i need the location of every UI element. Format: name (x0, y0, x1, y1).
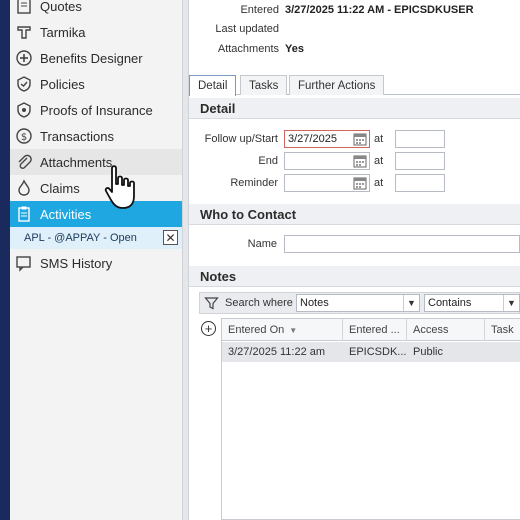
cell-task (485, 342, 520, 362)
tarmika-icon (13, 22, 35, 42)
at-label: at (374, 155, 384, 167)
notes-filter-bar: Search where Notes ▼ Contains ▼ (199, 292, 520, 314)
cell-access: Public (413, 346, 443, 358)
calendar-icon[interactable] (352, 175, 368, 191)
sort-down-icon: ▼ (289, 325, 298, 335)
sidebar-item-attachments[interactable]: Attachments (10, 149, 182, 175)
sidebar-item-activities[interactable]: Activities (10, 201, 182, 227)
calendar-icon[interactable] (352, 131, 368, 147)
search-where-label: Search where (225, 297, 293, 309)
transactions-icon: $ (13, 126, 35, 146)
clipboard-icon (13, 204, 35, 224)
claims-icon (13, 178, 35, 198)
sidebar-item-label: Claims (40, 180, 80, 196)
search-field-select[interactable]: Notes ▼ (296, 294, 420, 312)
sidebar-item-label: Tarmika (40, 24, 86, 40)
last-updated-row: Last updated (189, 21, 520, 37)
sidebar-item-tarmika[interactable]: Tarmika (10, 19, 182, 45)
calendar-icon[interactable] (352, 153, 368, 169)
open-activity-item[interactable]: APL - @APPAY - Open ✕ (10, 227, 182, 249)
notes-grid: Entered On ▼ Entered ... Access Task 3/27… (221, 318, 520, 520)
benefits-designer-icon (13, 48, 35, 68)
column-header-entered-by[interactable]: Entered ... (343, 319, 407, 341)
add-note-button[interactable]: + (201, 321, 216, 336)
follow-up-label: Follow up/Start (204, 133, 278, 145)
contact-name-label: Name (247, 238, 277, 250)
sms-history-icon (13, 253, 35, 273)
tab-tasks[interactable]: Tasks (240, 75, 288, 95)
sidebar-item-quotes[interactable]: Quotes (10, 0, 182, 19)
sidebar-item-policies[interactable]: Policies (10, 71, 182, 97)
quotes-icon (13, 0, 35, 16)
chevron-down-icon[interactable]: ▼ (503, 295, 519, 311)
search-field-value: Notes (300, 297, 329, 309)
chevron-down-icon[interactable]: ▼ (403, 295, 419, 311)
contact-name-input[interactable] (284, 235, 520, 253)
open-activity-label: APL - @APPAY - Open (24, 232, 137, 244)
svg-text:$: $ (21, 132, 27, 143)
notes-section-header: Notes (189, 266, 520, 287)
sidebar-nav: Quotes Tarmika Benefits Designer Policie… (10, 0, 182, 520)
sidebar-item-label: Policies (40, 76, 85, 92)
column-header-task[interactable]: Task (485, 319, 520, 341)
table-row[interactable]: 3/27/2025 11:22 am EPICSDK... Public (222, 342, 520, 362)
policies-icon (13, 74, 35, 94)
entered-value: 3/27/2025 11:22 AM - EPICSDKUSER (285, 4, 474, 16)
follow-up-time-input[interactable] (395, 130, 445, 148)
notes-grid-header: Entered On ▼ Entered ... Access Task (222, 319, 520, 341)
entered-row: Entered 3/27/2025 11:22 AM - EPICSDKUSER (189, 2, 520, 18)
search-operator-select[interactable]: Contains ▼ (424, 294, 520, 312)
cell-entered-by: EPICSDK... (349, 346, 407, 358)
filter-icon[interactable] (204, 296, 219, 311)
attachments-value: Yes (285, 43, 304, 55)
search-operator-value: Contains (428, 297, 472, 309)
sidebar-item-claims[interactable]: Claims (10, 175, 182, 201)
sidebar-item-label: Transactions (40, 128, 114, 144)
left-app-strip (0, 0, 10, 520)
last-updated-label: Last updated (215, 23, 279, 35)
sidebar-item-label: Quotes (40, 0, 82, 14)
close-icon[interactable]: ✕ (163, 230, 178, 245)
who-to-contact-section-header: Who to Contact (189, 204, 520, 225)
sidebar-item-label: Proofs of Insurance (40, 102, 153, 118)
hand-cursor-icon (104, 165, 135, 209)
pane-splitter[interactable] (182, 0, 189, 520)
attachments-label: Attachments (217, 43, 279, 55)
at-label: at (374, 133, 384, 145)
end-label: End (258, 155, 278, 167)
sidebar-item-proofs-of-insurance[interactable]: Proofs of Insurance (10, 97, 182, 123)
reminder-time-input[interactable] (395, 174, 445, 192)
sidebar-item-transactions[interactable]: $ Transactions (10, 123, 182, 149)
sidebar-item-label: Benefits Designer (40, 50, 143, 66)
app-window: Quotes Tarmika Benefits Designer Policie… (0, 0, 520, 520)
sidebar-item-label: Attachments (40, 154, 113, 170)
proofs-of-insurance-icon (13, 100, 35, 120)
reminder-label: Reminder (230, 177, 278, 189)
entered-label: Entered (240, 4, 279, 16)
paperclip-icon (13, 152, 35, 172)
activity-detail-pane: Entered 3/27/2025 11:22 AM - EPICSDKUSER… (189, 0, 520, 520)
cell-entered-on: 3/27/2025 11:22 am (228, 346, 326, 358)
column-header-access[interactable]: Access (407, 319, 485, 341)
sidebar-item-benefits-designer[interactable]: Benefits Designer (10, 45, 182, 71)
sidebar-item-label: SMS History (40, 255, 113, 271)
sidebar-item-sms-history[interactable]: SMS History (10, 250, 182, 276)
at-label: at (374, 177, 384, 189)
detail-section-header: Detail (189, 98, 520, 119)
tab-detail[interactable]: Detail (189, 75, 237, 96)
tab-further-actions[interactable]: Further Actions (289, 75, 385, 95)
sidebar-item-label: Activities (40, 206, 92, 222)
end-time-input[interactable] (395, 152, 445, 170)
attachments-row: Attachments Yes (189, 41, 520, 57)
column-header-entered-on[interactable]: Entered On ▼ (222, 319, 343, 341)
tab-bar: Detail Tasks Further Actions (189, 73, 520, 96)
